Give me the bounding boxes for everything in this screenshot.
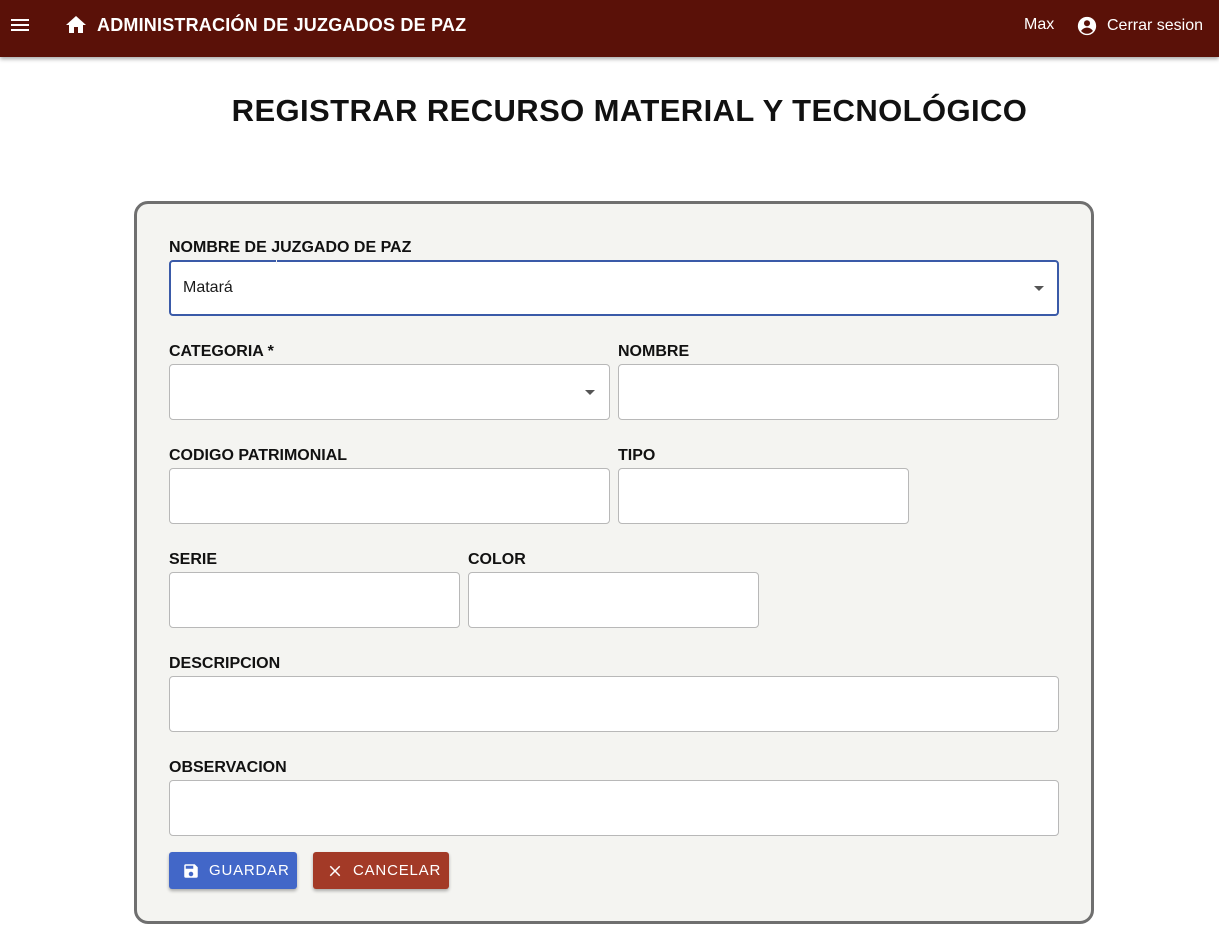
juzgado-select[interactable]: Matará xyxy=(169,260,1059,316)
serie-input[interactable] xyxy=(169,572,460,628)
menu-icon xyxy=(11,19,29,31)
floppy-disk-icon xyxy=(184,863,198,878)
descripcion-input[interactable] xyxy=(169,676,1059,732)
serie-label: SERIE xyxy=(169,551,218,568)
juzgado-label: NOMBRE DE JUZGADO DE PAZ xyxy=(169,239,412,256)
color-input[interactable] xyxy=(468,572,759,628)
page-title: REGISTRAR RECURSO MATERIAL Y TECNOLÓGICO xyxy=(231,93,1028,128)
menu-button[interactable] xyxy=(6,11,34,39)
juzgado-value: Matará xyxy=(183,279,233,296)
save-button[interactable]: GUARDAR xyxy=(169,852,297,889)
tipo-input[interactable] xyxy=(618,468,909,524)
cancel-button[interactable]: CANCELAR xyxy=(313,852,449,889)
app-title[interactable]: ADMINISTRACIÓN DE JUZGADOS DE PAZ xyxy=(97,15,466,36)
codigo-patrimonial-input[interactable] xyxy=(169,468,610,524)
user-name: Max xyxy=(1024,16,1055,33)
cancel-label: CANCELAR xyxy=(353,862,442,879)
observacion-label: OBSERVACION xyxy=(169,759,287,776)
categoria-label: CATEGORIA * xyxy=(169,343,274,360)
codigo-patrimonial-label: CODIGO PATRIMONIAL xyxy=(169,447,348,464)
categoria-select[interactable] xyxy=(169,364,610,420)
label-notch xyxy=(276,260,277,264)
app-bar: ADMINISTRACIÓN DE JUZGADOS DE PAZ Max Ce… xyxy=(0,0,1219,57)
nombre-input[interactable] xyxy=(618,364,1059,420)
descripcion-label: DESCRIPCION xyxy=(169,655,281,672)
home-icon[interactable] xyxy=(64,13,88,37)
logout-label: Cerrar sesion xyxy=(1107,17,1204,34)
tipo-label: TIPO xyxy=(618,447,656,464)
account-circle-icon xyxy=(1077,16,1097,36)
color-label: COLOR xyxy=(468,551,526,568)
nombre-label: NOMBRE xyxy=(618,343,690,360)
chevron-down-icon xyxy=(585,390,595,395)
chevron-down-icon xyxy=(1034,286,1044,291)
save-label: GUARDAR xyxy=(209,862,290,879)
logout-button[interactable]: Cerrar sesion xyxy=(1076,13,1203,39)
close-icon xyxy=(329,865,341,876)
observacion-input[interactable] xyxy=(169,780,1059,836)
